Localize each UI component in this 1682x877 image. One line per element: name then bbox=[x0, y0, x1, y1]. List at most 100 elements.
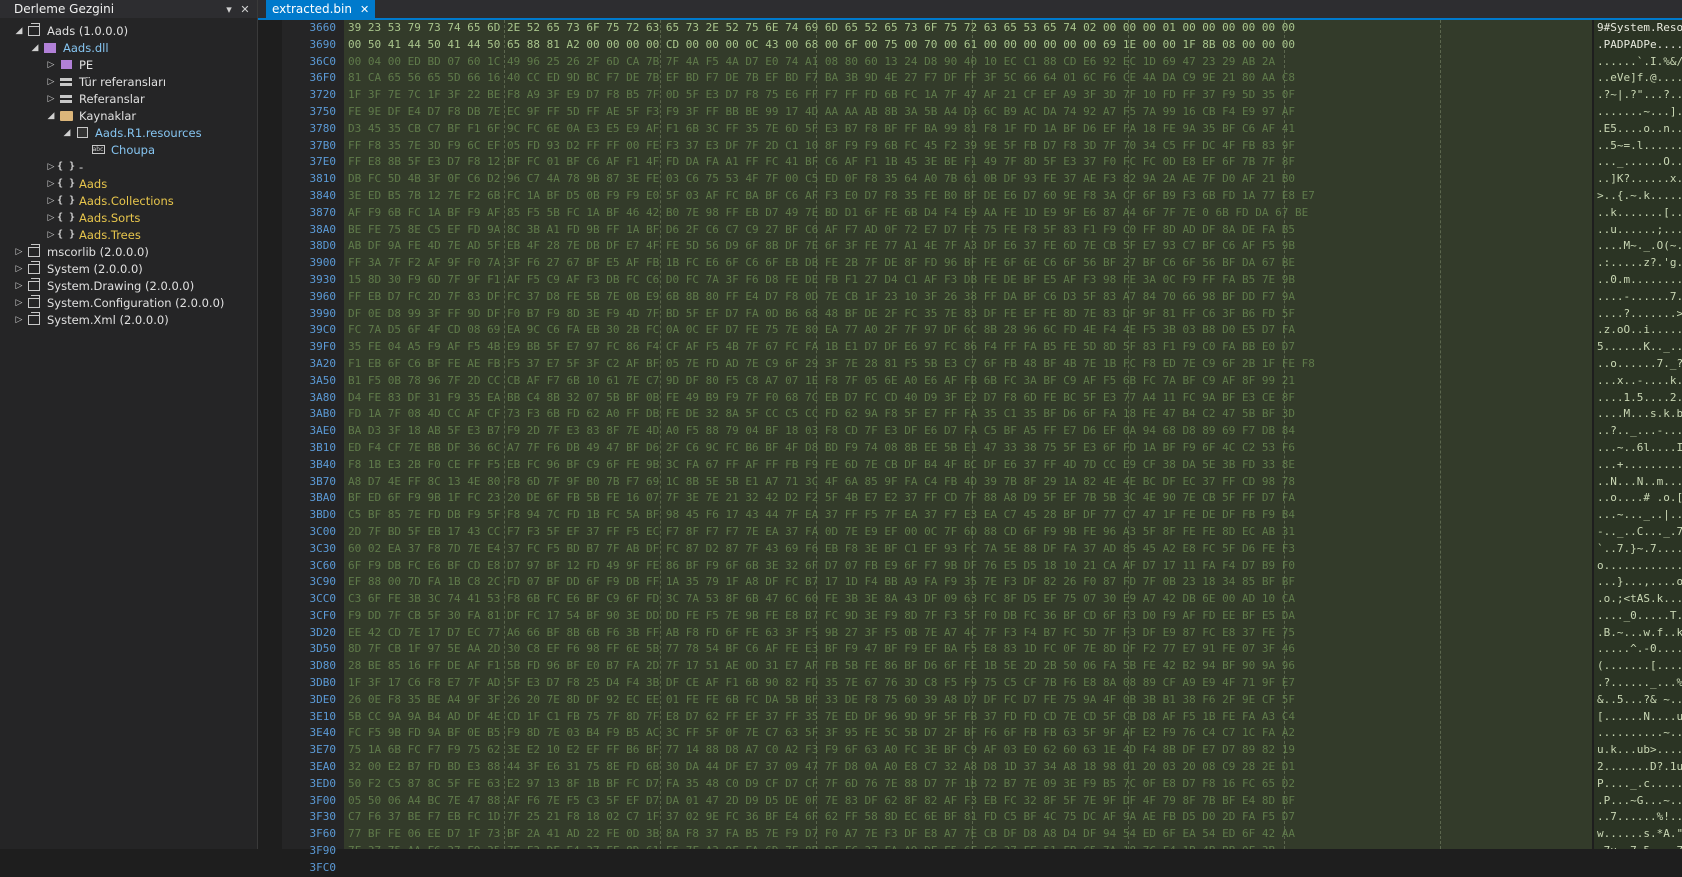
tree-item[interactable]: ▷{ } - bbox=[0, 158, 257, 175]
hex-row-bytes[interactable]: C3 6F FE 3B 3C 74 41 53 F8 6B FC E6 BF C… bbox=[344, 591, 1592, 608]
hex-row-ascii[interactable]: [......N....u....b..7.5~....._.7...~._..… bbox=[1594, 709, 1682, 726]
hex-row-bytes[interactable]: 15 8D 30 F9 6D 7F 9F F1 AF F5 C9 AF F3 D… bbox=[344, 272, 1592, 289]
hex-row-bytes[interactable]: 28 BE 85 16 FF DE AF F1 5B FD 96 BF E0 B… bbox=[344, 658, 1592, 675]
hex-row-ascii[interactable]: ...~..._..|...Z..E..CD..7....7....E(..w.… bbox=[1594, 507, 1682, 524]
hex-row-bytes[interactable]: FF E8 8B 5F E3 D7 F8 12 BF FC 01 BF C6 A… bbox=[344, 154, 1592, 171]
expand-toggle-icon[interactable]: ▷ bbox=[12, 298, 26, 308]
hex-row-ascii[interactable]: `..7.}~.7.........Ci.....>.....z^...7..E… bbox=[1594, 541, 1682, 558]
hex-row-bytes[interactable]: C7 F6 37 BE F7 EB FC 1D 7F 25 21 F8 18 0… bbox=[344, 809, 1592, 826]
hex-row-ascii[interactable]: ..0.m.........z?.....'................:.… bbox=[1594, 272, 1682, 289]
expand-toggle-icon[interactable]: ◢ bbox=[60, 128, 74, 138]
hex-row-bytes[interactable]: 7F 37 75 AA F6 37 F9 35 7E F3 DF E4 37 F… bbox=[344, 843, 1592, 849]
hex-row-bytes[interactable]: D3 45 35 CB C7 BF F1 6F 9C FC 6E 0A E3 E… bbox=[344, 121, 1592, 138]
hex-row-ascii[interactable]: w......s.*A."..;..7..~....~....~.......T… bbox=[1594, 826, 1682, 843]
hex-row-ascii[interactable]: .:.....z?.'g.........+......o......o..'.… bbox=[1594, 255, 1682, 272]
hex-row-bytes[interactable]: 39 23 53 79 73 74 65 6D 2E 52 65 73 6F 7… bbox=[344, 20, 1592, 37]
hex-row-ascii[interactable]: ..N...N..m...{.i..^[..q<Oj.....M9{.)..NN… bbox=[1594, 474, 1682, 491]
tree-item[interactable]: ▷{ } Aads bbox=[0, 175, 257, 192]
hex-row-ascii[interactable]: .P...~G...~.._....G-....~..b.....2._~..O… bbox=[1594, 793, 1682, 810]
hex-row-ascii[interactable]: .?......_...%..;....k...5~gv=...u..{....… bbox=[1594, 675, 1682, 692]
ascii-column[interactable]: 9#System.Resources.RuntimeResourceSet...… bbox=[1594, 20, 1682, 849]
tree-item[interactable]: ▷ Tür referansları bbox=[0, 73, 257, 90]
hex-row-ascii[interactable]: (.......[......-..Q..1....[....o..^-+P..… bbox=[1594, 658, 1682, 675]
hex-row-ascii[interactable]: ..o....# .o.[....>~!2B.._K..7......{[<N.… bbox=[1594, 490, 1682, 507]
tab-close-icon[interactable]: ✕ bbox=[360, 3, 369, 16]
expand-toggle-icon[interactable]: ▷ bbox=[44, 162, 58, 172]
hex-row-ascii[interactable]: .....^.-0.....n[wxT........G..........~.… bbox=[1594, 641, 1682, 658]
hex-row-bytes[interactable]: F1 EB 6F C6 BF FE AE FB F5 37 E7 5F 3F C… bbox=[344, 356, 1592, 373]
hex-row-ascii[interactable]: ..7......%!.....7...6..ob.X..n......Lu..… bbox=[1594, 809, 1682, 826]
hex-row-ascii[interactable]: .......~...]..._..?....M....:[..l...t...… bbox=[1594, 104, 1682, 121]
hex-row-bytes[interactable]: F9 DD 7F CB 5F 30 FA 81 DF FC 17 54 BF 9… bbox=[344, 608, 1592, 625]
tree-item[interactable]: ▷ System.Drawing (2.0.0.0) bbox=[0, 277, 257, 294]
hex-row-bytes[interactable]: 8D 7F CB 1F 97 5E AA 2D 30 C8 EF F6 98 F… bbox=[344, 641, 1592, 658]
hex-row-bytes[interactable]: F8 1B E3 2B F0 CE FF F5 EB FC 96 BF C9 6… bbox=[344, 457, 1592, 474]
hex-row-ascii[interactable]: ....M...s.k.b.....2._....b.._...5.5..o..… bbox=[1594, 406, 1682, 423]
hex-row-ascii[interactable]: ..k.......[...FB.~....I~..o.k........o~.… bbox=[1594, 205, 1682, 222]
hex-row-bytes[interactable]: 00 04 00 ED BD 07 60 1C 49 96 25 26 2F 6… bbox=[344, 54, 1592, 71]
hex-row-bytes[interactable]: FF 3A 7F F2 AF 9F F0 7A 3F F6 27 67 BF E… bbox=[344, 255, 1592, 272]
expand-toggle-icon[interactable]: ▷ bbox=[44, 179, 58, 189]
hex-row-ascii[interactable]: ..u......;......./...'.......r...u.._...… bbox=[1594, 222, 1682, 239]
expand-toggle-icon[interactable]: ▷ bbox=[44, 77, 58, 87]
hex-row-ascii[interactable]: -.._..C..._.7.......~.7..~.....m..o.....… bbox=[1594, 524, 1682, 541]
tree-item[interactable]: ▷ System (2.0.0.0) bbox=[0, 260, 257, 277]
expand-toggle-icon[interactable]: ▷ bbox=[44, 60, 58, 70]
hex-row-ascii[interactable]: .z.oO..i.....0+......u~..w./...l.(.l.N.O… bbox=[1594, 322, 1682, 339]
hex-row-bytes[interactable]: 75 1A 6B FC F7 F9 75 62 3E E2 10 E2 EF F… bbox=[344, 742, 1592, 759]
hex-row-ascii[interactable]: ....-......7..[~..k.......~..#.?&8......… bbox=[1594, 289, 1682, 306]
expand-toggle-icon[interactable]: ◢ bbox=[44, 111, 58, 121]
hex-row-ascii[interactable]: P...._.c.......5H.......mv~....r.~.>..|.… bbox=[1594, 776, 1682, 793]
expand-toggle-icon[interactable]: ▷ bbox=[44, 213, 58, 223]
hex-row-bytes[interactable]: 32 00 E2 B7 FD BD E3 88 44 3F E6 31 75 8… bbox=[344, 759, 1592, 776]
hex-row-ascii[interactable]: ...x..-....k.a~..........n.....k.:....k.… bbox=[1594, 373, 1682, 390]
tab-extracted-bin[interactable]: extracted.bin ✕ bbox=[266, 0, 376, 18]
hex-row-bytes[interactable]: FC F5 9B FD 9A BF 0E B5 F9 8D 7E 03 B4 F… bbox=[344, 725, 1592, 742]
hex-row-ascii[interactable]: ...+.........o..<.g......m~...O....7.M}.… bbox=[1594, 457, 1682, 474]
expand-toggle-icon[interactable]: ▷ bbox=[12, 247, 26, 257]
expand-toggle-icon[interactable]: ▷ bbox=[44, 230, 58, 240]
hex-row-bytes[interactable]: BF ED 6F F9 9B 1F FC 23 20 DE 6F FB 5B F… bbox=[344, 490, 1592, 507]
hex-row-ascii[interactable]: ...}...,....o....5y.......5~...&.......#… bbox=[1594, 574, 1682, 591]
expand-toggle-icon[interactable]: ▷ bbox=[12, 315, 26, 325]
hex-row-bytes[interactable]: A8 D7 4E FF 8C 13 4E 80 F8 6D 7F 9F B0 7… bbox=[344, 474, 1592, 491]
hex-row-ascii[interactable]: 9#System.Resources.RuntimeResourceSet...… bbox=[1594, 20, 1682, 37]
hex-row-ascii[interactable]: ..o......7._?....~..~.o)?~(..[..o.H.K~..… bbox=[1594, 356, 1682, 373]
hex-row-ascii[interactable]: ....M~._.O(~...O.]V.o..~o?.w.N...7.m~._.… bbox=[1594, 238, 1682, 255]
panel-menu-icon[interactable]: ▾ bbox=[221, 3, 237, 16]
hex-row-bytes[interactable]: 3E ED B5 7B 12 7E F2 6B FC 1A BF D5 0B F… bbox=[344, 188, 1592, 205]
tree-item[interactable]: ▷ mscorlib (2.0.0.0) bbox=[0, 243, 257, 260]
hex-row-bytes[interactable]: 81 CA 65 56 65 5D 66 16 40 CC ED 9D BC F… bbox=[344, 70, 1592, 87]
hex-row-ascii[interactable]: ..5~=.l......7...-.....k.E.9._...=.p4...… bbox=[1594, 138, 1682, 155]
hex-row-ascii[interactable]: .B.~...w.f..k.;....o.c?..'?..~.L.....]..… bbox=[1594, 625, 1682, 642]
expand-toggle-icon[interactable]: ▷ bbox=[44, 94, 58, 104]
hex-row-bytes[interactable]: 77 BF FE 06 EE D7 1F 73 BF 2A 41 AD 22 F… bbox=[344, 826, 1592, 843]
expand-toggle-icon[interactable]: ▷ bbox=[44, 196, 58, 206]
hex-row-ascii[interactable]: .?~|.?"...?......_...u.....k.....!...?=.… bbox=[1594, 87, 1682, 104]
hex-row-bytes[interactable]: ED F4 CF 7E BB DF 36 6C A7 7F F6 DB 49 4… bbox=[344, 440, 1592, 457]
hex-row-ascii[interactable]: o............I.....ok>2o....o....v....!.… bbox=[1594, 558, 1682, 575]
hex-row-bytes[interactable]: AF F9 6B FC 1A BF F9 AF 85 F5 5B FC 1A B… bbox=[344, 205, 1592, 222]
hex-row-bytes[interactable]: B1 F5 0B 78 96 7F 2D CC CB AF F7 6B 10 6… bbox=[344, 373, 1592, 390]
hex-row-bytes[interactable]: 5B CC 9A 9A B4 AD DF 4E CD 1F C1 FB 75 7… bbox=[344, 709, 1592, 726]
hex-row-ascii[interactable]: ..........~.....<._.~.c_?..\[./...o..c_.… bbox=[1594, 725, 1682, 742]
hex-row-bytes[interactable]: FD 1A 7F 08 4D CC AF CF 73 F3 6B FD 62 A… bbox=[344, 406, 1592, 423]
hex-row-bytes[interactable]: 6F F9 DB FC E6 BF CD E8 D7 97 BF 12 FD 4… bbox=[344, 558, 1592, 575]
hex-row-ascii[interactable]: ..?.._...-....~M...y.............h..i.. bbox=[1594, 423, 1682, 440]
hex-row-bytes[interactable]: EE 42 CD 7E 17 D7 EC 77 A6 66 BF 8B 6B F… bbox=[344, 625, 1592, 642]
tree-item[interactable]: ▷{ } Aads.Trees bbox=[0, 226, 257, 243]
hex-editor[interactable]: 3660 3690 36C0 36F0 3720 3750 3780 37B0 37E0 3810… bbox=[258, 20, 1682, 874]
hex-row-bytes[interactable]: 50 F2 C5 87 8C 5F FE 63 E2 97 13 8F 1B B… bbox=[344, 776, 1592, 793]
tree-item[interactable]: ◢ Aads (1.0.0.0) bbox=[0, 22, 257, 39]
hex-row-bytes[interactable]: BA D3 3F 18 AB 5F E3 B7 F9 2D 7F E3 83 8… bbox=[344, 423, 1592, 440]
tree-item[interactable]: abc Choupa bbox=[0, 141, 257, 158]
hex-row-ascii[interactable]: ...._0.....T..>....~......>....._...6..o… bbox=[1594, 608, 1682, 625]
tree-item[interactable]: ◢ Aads.dll bbox=[0, 39, 257, 56]
hex-row-ascii[interactable]: 2.......D?.1u..k0.D..7.G....2...74.... .… bbox=[1594, 759, 1682, 776]
hex-row-ascii[interactable]: 5......K.._........K.g.........../.'....… bbox=[1594, 339, 1682, 356]
hex-row-ascii[interactable]: u.k...ub>.......w........oc..>.....b`c.M… bbox=[1594, 742, 1682, 759]
hex-row-ascii[interactable]: >..{.~.k........_.........5.....`..:.o..… bbox=[1594, 188, 1682, 205]
hex-row-bytes[interactable]: C5 BF 85 7E FD DB F9 5F F8 94 7C FD 1B F… bbox=[344, 507, 1592, 524]
expand-toggle-icon[interactable]: ◢ bbox=[28, 43, 42, 53]
hex-row-bytes[interactable]: FE 9E DF E4 D7 F8 DB 7E EC 9F FF 5D FF A… bbox=[344, 104, 1592, 121]
